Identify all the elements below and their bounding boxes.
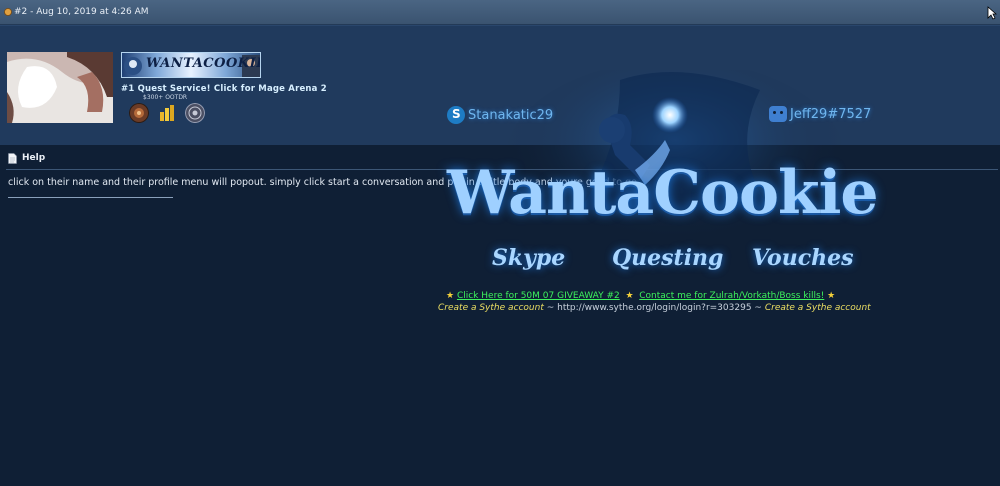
user-subtitle: $300+ OOTDR [143, 94, 188, 101]
seal-badge-icon [185, 103, 205, 123]
signature-links-line: ★ Click Here for 50M 07 GIVEAWAY #2 ★ Co… [446, 291, 835, 301]
username: WANTACOOKIE [146, 56, 261, 71]
tag-questing: Questing [612, 245, 724, 271]
signature-wordmark: WantaCookie [447, 158, 879, 228]
sythe-prefix: Create a Sythe account [438, 303, 544, 313]
user-title: #1 Quest Service! Click for Mage Arena 2 [121, 84, 327, 94]
avatar[interactable] [7, 52, 113, 123]
post-title: Help [22, 153, 46, 163]
tag-skype: Skype [492, 245, 566, 271]
discord-handle: Jeff29#7527 [790, 106, 872, 122]
giveaway-link[interactable]: Click Here for 50M 07 GIVEAWAY #2 [457, 291, 620, 301]
post-date[interactable]: #2 - Aug 10, 2019 at 4:26 AM [14, 7, 149, 17]
post-icon [4, 8, 12, 16]
skype-contact: Stanakatic29 [447, 106, 553, 124]
document-icon [8, 153, 17, 164]
mouse-cursor-icon [987, 6, 997, 20]
discord-contact: Jeff29#7527 [769, 106, 871, 122]
trade-badge-icon [129, 103, 149, 123]
skype-icon [447, 106, 465, 124]
star-icon: ★ [827, 291, 836, 301]
contact-link[interactable]: Contact me for Zulrah/Vorkath/Boss kills… [639, 291, 824, 301]
post-header: #2 - Aug 10, 2019 at 4:26 AM [0, 0, 1000, 25]
star-icon: ★ [622, 291, 637, 301]
sythe-referral-line: Create a Sythe account ~ http://www.syth… [438, 303, 871, 313]
sythe-referral-link[interactable]: http://www.sythe.org/login/login?r=30329… [557, 303, 751, 313]
discord-icon [769, 106, 787, 122]
star-icon: ★ [446, 291, 455, 301]
gold-stack-icon [160, 105, 174, 121]
signature-divider [8, 197, 173, 198]
username-banner[interactable]: WANTACOOKIE [121, 52, 261, 78]
tag-vouches: Vouches [752, 245, 854, 271]
sythe-suffix: Create a Sythe account [764, 303, 871, 313]
skype-handle: Stanakatic29 [468, 107, 554, 123]
